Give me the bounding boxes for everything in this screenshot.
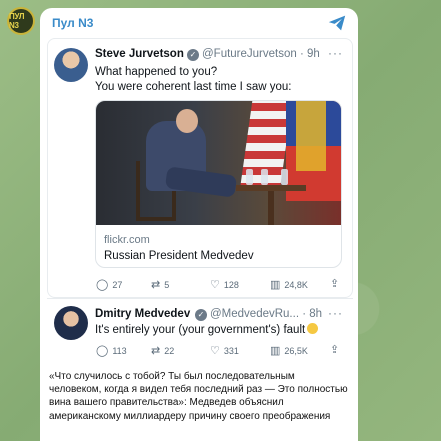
more-options-icon: ··· — [328, 46, 343, 60]
views-icon: ▥ — [270, 279, 281, 291]
tweet2-retweets: ⇄ 22 — [151, 345, 175, 357]
link-preview-card: flickr.com Russian President Medvedev — [95, 100, 342, 268]
tweet1-text-line1: What happened to you? — [95, 66, 218, 78]
link-preview-photo — [96, 101, 341, 225]
verified-icon: ✓ — [195, 309, 207, 321]
tweet1-replies: ◯ 27 — [96, 279, 123, 291]
channel-avatar[interactable]: ПУЛ N3 — [7, 7, 35, 35]
more-options-icon: ··· — [328, 306, 343, 320]
link-title: Russian President Medvedev — [104, 250, 254, 262]
tweet1-handle: @FutureJurvetson · 9h — [202, 48, 320, 60]
tweet1-views: ▥ 24,8K — [270, 279, 308, 291]
upload-icon: ⇪ — [330, 278, 340, 290]
link-domain: flickr.com — [104, 234, 150, 246]
heart-icon: ♡ — [210, 279, 220, 291]
upload-icon: ⇪ — [330, 344, 340, 356]
verified-icon: ✓ — [187, 49, 199, 61]
tweet2-views: ▥ 26,5K — [270, 345, 308, 357]
steve-avatar — [54, 48, 88, 82]
retweet-icon: ⇄ — [151, 345, 161, 357]
tweet2-text: It's entirely your (your government's) f… — [95, 323, 319, 338]
tweet2-upload: ⇪ — [330, 343, 343, 356]
heart-icon: ♡ — [210, 345, 220, 357]
tweet1-author-name: Steve Jurvetson — [95, 48, 184, 60]
retweet-icon: ⇄ — [151, 279, 161, 291]
channel-name[interactable]: Пул N3 — [52, 16, 93, 30]
tweet1-upload: ⇪ — [330, 277, 343, 290]
tweet2-likes: ♡ 331 — [210, 345, 239, 357]
tweet1-likes: ♡ 128 — [210, 279, 239, 291]
share-icon[interactable] — [327, 14, 347, 32]
views-icon: ▥ — [270, 345, 281, 357]
message-text: «Что случилось с тобой? Ты был последова… — [49, 371, 348, 422]
tweet-divider — [47, 298, 353, 299]
laughing-emoji-icon — [307, 323, 319, 334]
tweet2-author-name: Dmitry Medvedev — [95, 308, 191, 320]
tweet1-text-line2: You were coherent last time I saw you: — [95, 81, 292, 93]
reply-icon: ◯ — [96, 345, 109, 357]
dmitry-avatar — [54, 306, 88, 340]
reply-icon: ◯ — [96, 279, 109, 291]
tweet2-handle: @MedvedevRu... · 8h — [210, 308, 323, 320]
tweet2-replies: ◯ 113 — [96, 345, 127, 357]
channel-avatar-text: ПУЛ N3 — [9, 12, 25, 30]
tweet1-retweets: ⇄ 5 — [151, 279, 170, 291]
